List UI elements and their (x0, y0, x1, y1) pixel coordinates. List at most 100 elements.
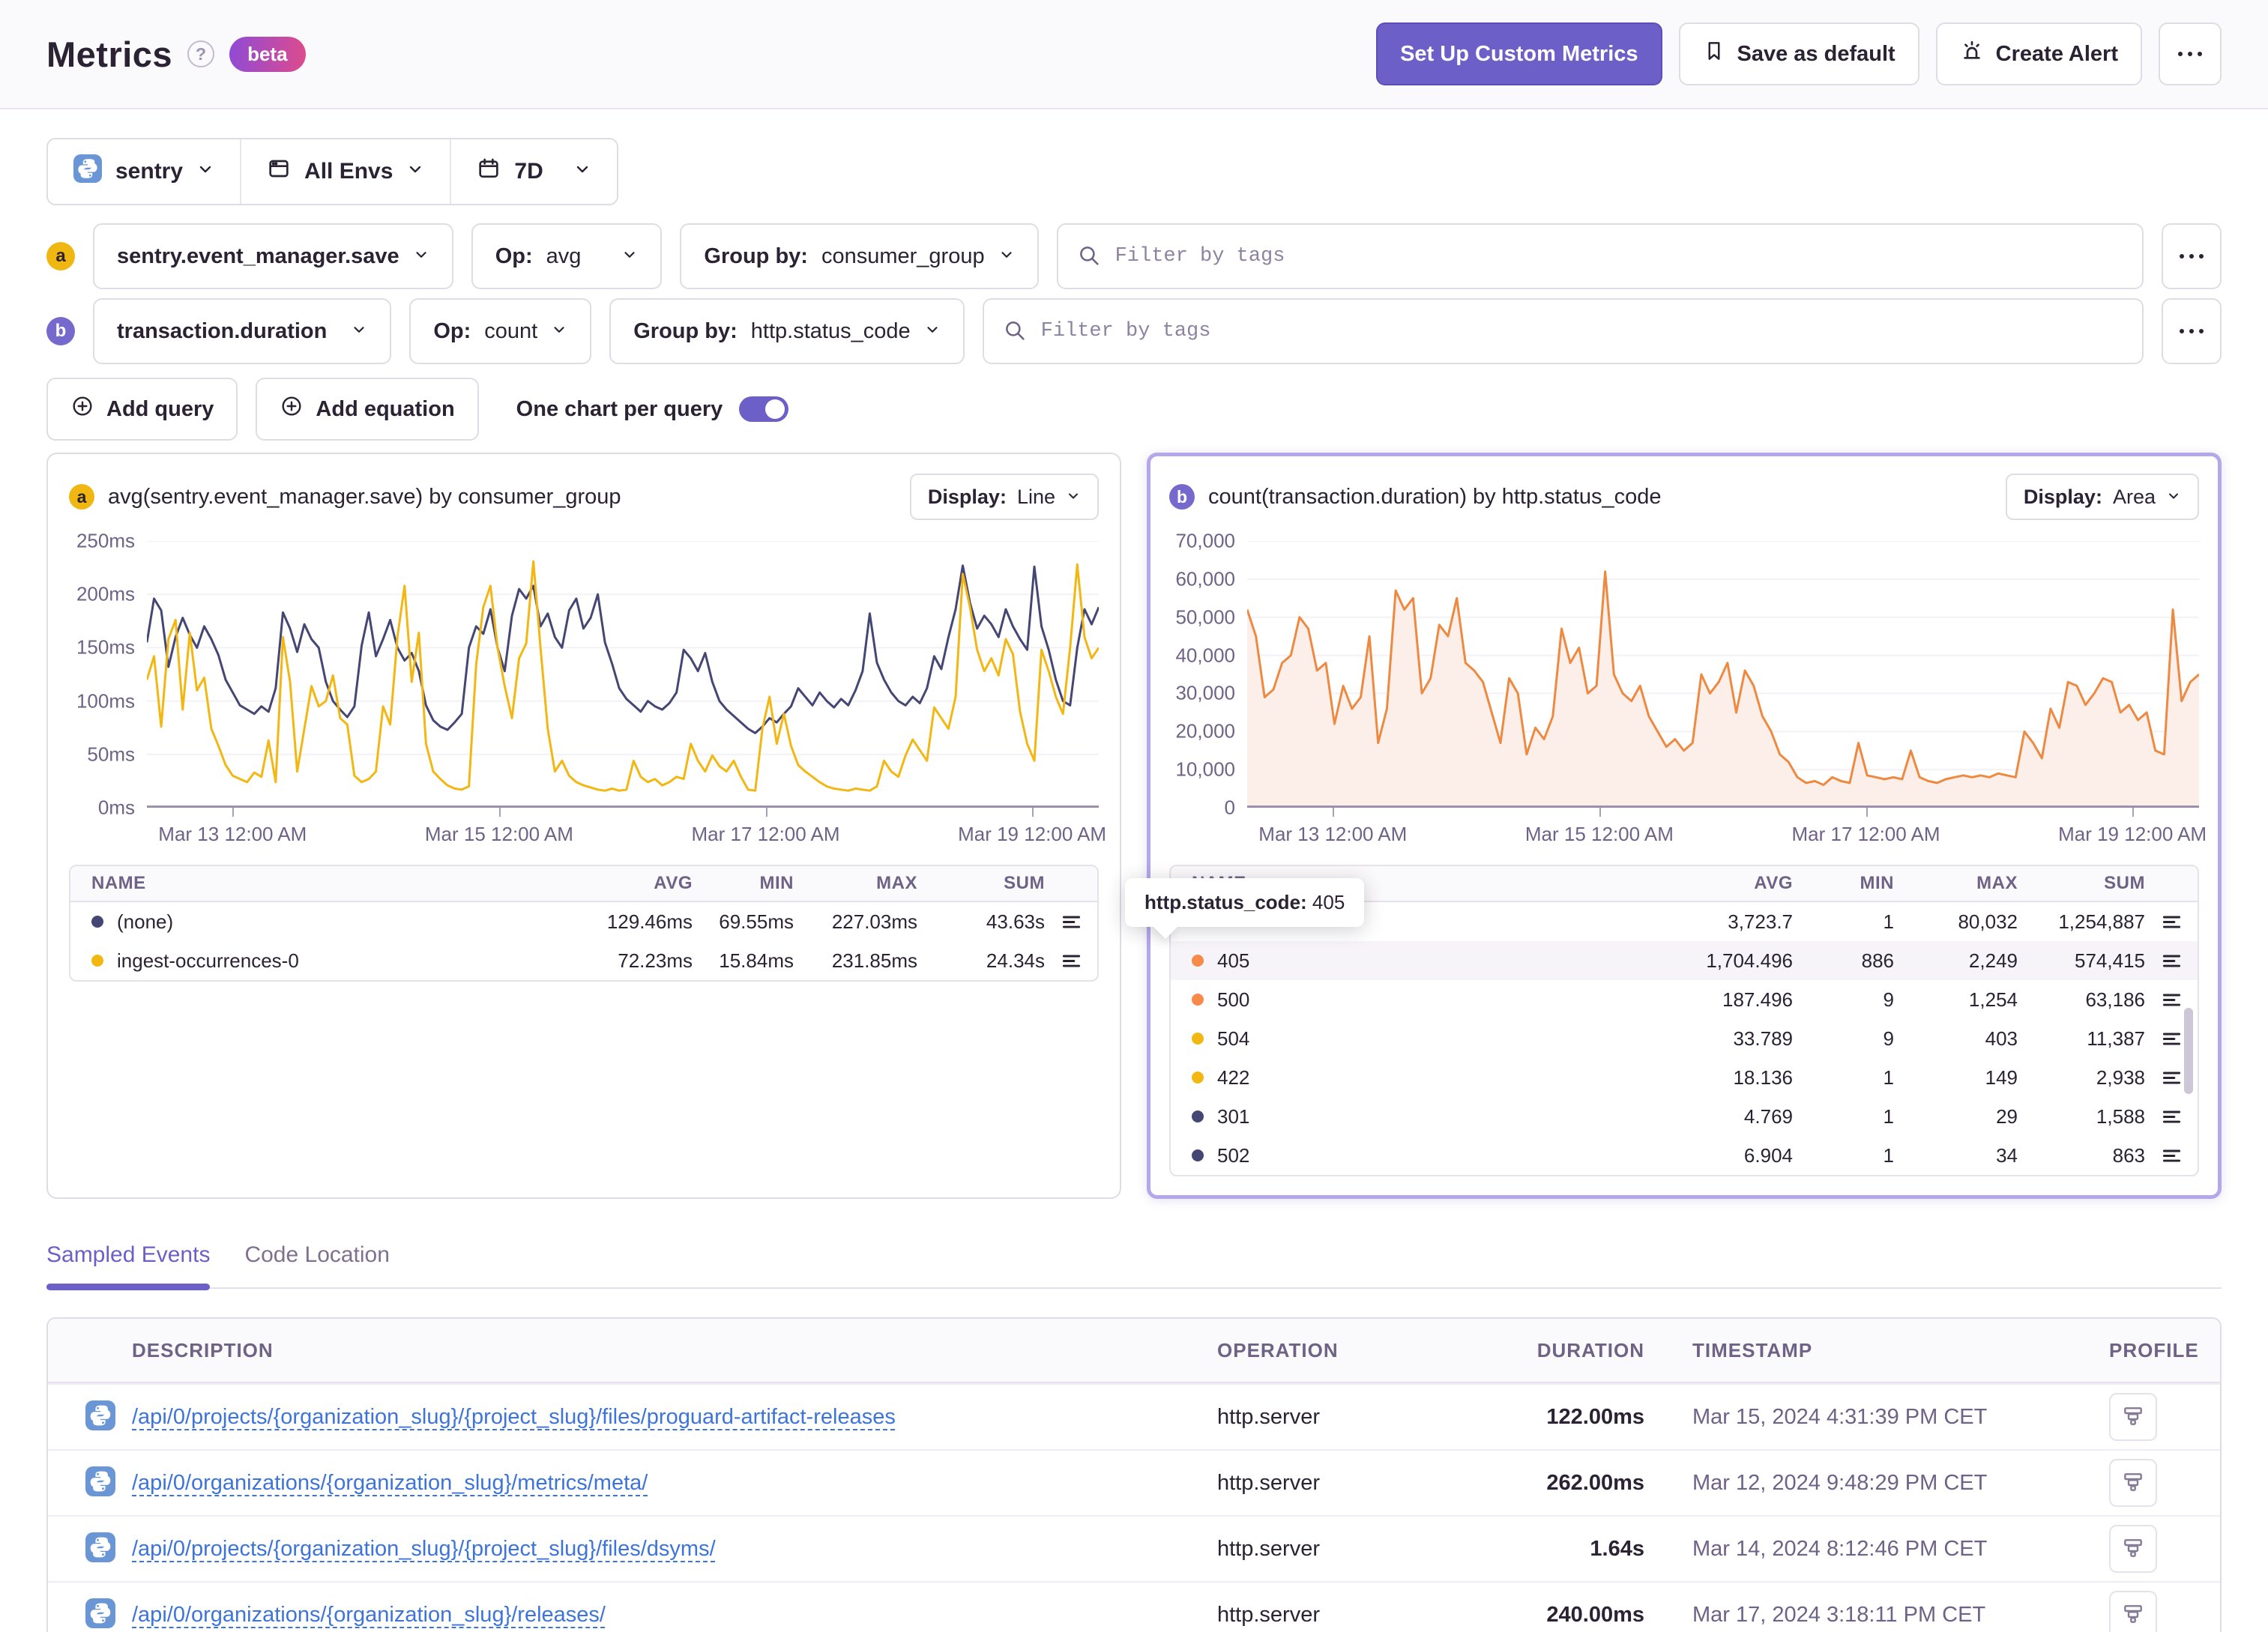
series-name: ingest-occurrences-0 (117, 949, 299, 972)
summary-value: 2,249 (1968, 949, 2018, 972)
series-color-dot (91, 916, 103, 928)
summary-value: 1 (1883, 1143, 1894, 1167)
search-icon (1005, 321, 1025, 340)
metric-select-b[interactable]: transaction.duration (93, 298, 392, 364)
summary-value: 129.46ms (606, 910, 693, 933)
column-header-description: DESCRIPTION (132, 1338, 274, 1361)
groupby-select-a[interactable]: Group by: consumer_group (680, 223, 1039, 289)
summary-table-row[interactable]: 500 187.496 9 1,254 63,186 (1171, 980, 2198, 1019)
summary-table-row[interactable]: (none) 129.46ms 69.55ms 227.03ms 43.63s (70, 902, 1097, 941)
profile-button[interactable] (2109, 1591, 2157, 1632)
summary-value: 63,186 (2085, 988, 2145, 1011)
op-select-b[interactable]: Op: count (409, 298, 592, 364)
one-chart-per-query-toggle[interactable] (739, 396, 789, 422)
summary-value: 1 (1883, 1066, 1894, 1089)
summary-value: 1 (1883, 1104, 1894, 1128)
create-alert-button[interactable]: Create Alert (1935, 22, 2142, 85)
chart-panel-a[interactable]: a avg(sentry.event_manager.save) by cons… (46, 453, 1121, 1199)
event-description-link[interactable]: /api/0/organizations/{organization_slug}… (132, 1471, 648, 1495)
y-axis-tick-label: 150ms (76, 635, 135, 659)
series-name: (none) (117, 910, 174, 933)
chart-a-canvas[interactable] (147, 541, 1099, 808)
summary-column-header[interactable]: NAME (70, 873, 554, 894)
project-selector[interactable]: sentry (48, 139, 240, 204)
row-menu-icon[interactable] (2145, 951, 2198, 971)
table-scrollbar-thumb[interactable] (2184, 1008, 2193, 1094)
event-operation: http.server (1217, 1536, 1320, 1561)
tab-code-location[interactable]: Code Location (244, 1242, 389, 1287)
summary-table-row[interactable]: 504 33.789 9 403 11,387 (1171, 1019, 2198, 1058)
summary-value: 187.496 (1722, 988, 1793, 1011)
chevron-down-icon (621, 244, 638, 269)
add-query-button[interactable]: Add query (46, 378, 238, 441)
summary-table-row[interactable]: 301 4.769 1 29 1,588 (1171, 1097, 2198, 1136)
summary-table-row[interactable]: 405 1,704.496 886 2,249 574,415 (1171, 941, 2198, 980)
add-equation-button[interactable]: Add equation (256, 378, 479, 441)
event-timestamp: Mar 17, 2024 3:18:11 PM CET (1692, 1602, 1986, 1627)
save-as-default-button[interactable]: Save as default (1678, 22, 1919, 85)
row-menu-icon[interactable] (1045, 912, 1097, 932)
summary-table-header: NAMEAVGMINMAXSUM (70, 866, 1097, 902)
event-description-link[interactable]: /api/0/projects/{organization_slug}/{pro… (132, 1537, 716, 1561)
environment-selector[interactable]: All Envs (240, 139, 450, 204)
row-menu-icon[interactable] (2145, 1107, 2198, 1127)
y-axis-tick-label: 70,000 (1175, 529, 1235, 552)
summary-column-header[interactable]: AVG (1654, 873, 1793, 894)
summary-column-header[interactable]: MIN (693, 873, 794, 894)
summary-column-header[interactable]: SUM (2018, 873, 2145, 894)
summary-value: 15.84ms (719, 949, 794, 972)
chart-panel-b[interactable]: b count(transaction.duration) by http.st… (1125, 453, 2222, 1199)
date-range-selector[interactable]: 7D (450, 139, 616, 204)
profile-button[interactable] (2109, 1393, 2157, 1441)
display-label: Display: (2023, 485, 2102, 508)
chart-b-canvas[interactable] (1247, 541, 2199, 808)
row-menu-icon[interactable] (1045, 951, 1097, 971)
groupby-value: http.status_code (750, 318, 911, 343)
query-a-overflow-button[interactable] (2162, 223, 2222, 289)
header-overflow-menu-button[interactable] (2159, 22, 2222, 85)
query-b-overflow-button[interactable] (2162, 298, 2222, 364)
tag-filter-input-b[interactable] (982, 298, 2144, 364)
op-value: avg (546, 244, 582, 268)
summary-column-header[interactable]: MIN (1793, 873, 1894, 894)
series-name: 502 (1217, 1143, 1250, 1167)
tab-sampled-events[interactable]: Sampled Events (46, 1242, 211, 1290)
x-axis-tick (1599, 808, 1601, 817)
summary-value: 231.85ms (831, 949, 917, 972)
summary-column-header[interactable]: MAX (794, 873, 917, 894)
setup-custom-metrics-button[interactable]: Set Up Custom Metrics (1376, 22, 1662, 85)
row-menu-icon[interactable] (2145, 1146, 2198, 1166)
chart-a-display-select[interactable]: Display: Line (909, 474, 1099, 520)
x-axis-tick-label: Mar 17 12:00 AM (1791, 823, 1940, 845)
metric-name: transaction.duration (117, 318, 328, 343)
event-operation: http.server (1217, 1470, 1320, 1495)
y-axis-tick-label: 20,000 (1175, 719, 1235, 743)
row-menu-icon[interactable] (2145, 990, 2198, 1010)
profile-button[interactable] (2109, 1525, 2157, 1573)
metric-select-a[interactable]: sentry.event_manager.save (93, 223, 453, 289)
summary-column-header[interactable]: AVG (554, 873, 693, 894)
chart-b-display-select[interactable]: Display: Area (2005, 474, 2199, 520)
tag-filter-input-a[interactable] (1056, 223, 2144, 289)
y-axis-tick-label: 30,000 (1175, 681, 1235, 704)
help-icon[interactable]: ? (187, 40, 215, 67)
summary-column-header[interactable]: SUM (917, 873, 1045, 894)
op-select-a[interactable]: Op: avg (471, 223, 663, 289)
summary-table-row[interactable]: ingest-occurrences-0 72.23ms 15.84ms 231.85… (70, 941, 1097, 980)
event-description-link[interactable]: /api/0/projects/{organization_slug}/{pro… (132, 1405, 896, 1429)
summary-value: 69.55ms (719, 910, 794, 933)
profile-button[interactable] (2109, 1459, 2157, 1507)
profiling-flamegraph-icon (2121, 1404, 2145, 1430)
series-color-dot (1192, 1033, 1204, 1045)
x-axis-tick (1032, 808, 1034, 817)
chart-b-plot-region: 70,000 60,000 50,000 40,000 30,000 20,000 10,0… (1169, 530, 2199, 819)
summary-column-header[interactable]: MAX (1894, 873, 2018, 894)
event-row: /api/0/organizations/{organization_slug}… (48, 1449, 2220, 1515)
event-description-link[interactable]: /api/0/organizations/{organization_slug}… (132, 1603, 606, 1627)
ellipsis-icon (2180, 254, 2204, 259)
groupby-select-b[interactable]: Group by: http.status_code (609, 298, 965, 364)
row-menu-icon[interactable] (2145, 912, 2198, 932)
chart-b-title: count(transaction.duration) by http.stat… (1208, 484, 1662, 509)
summary-table-row[interactable]: 422 18.136 1 149 2,938 (1171, 1058, 2198, 1097)
summary-table-row[interactable]: 502 6.904 1 34 863 (1171, 1136, 2198, 1175)
